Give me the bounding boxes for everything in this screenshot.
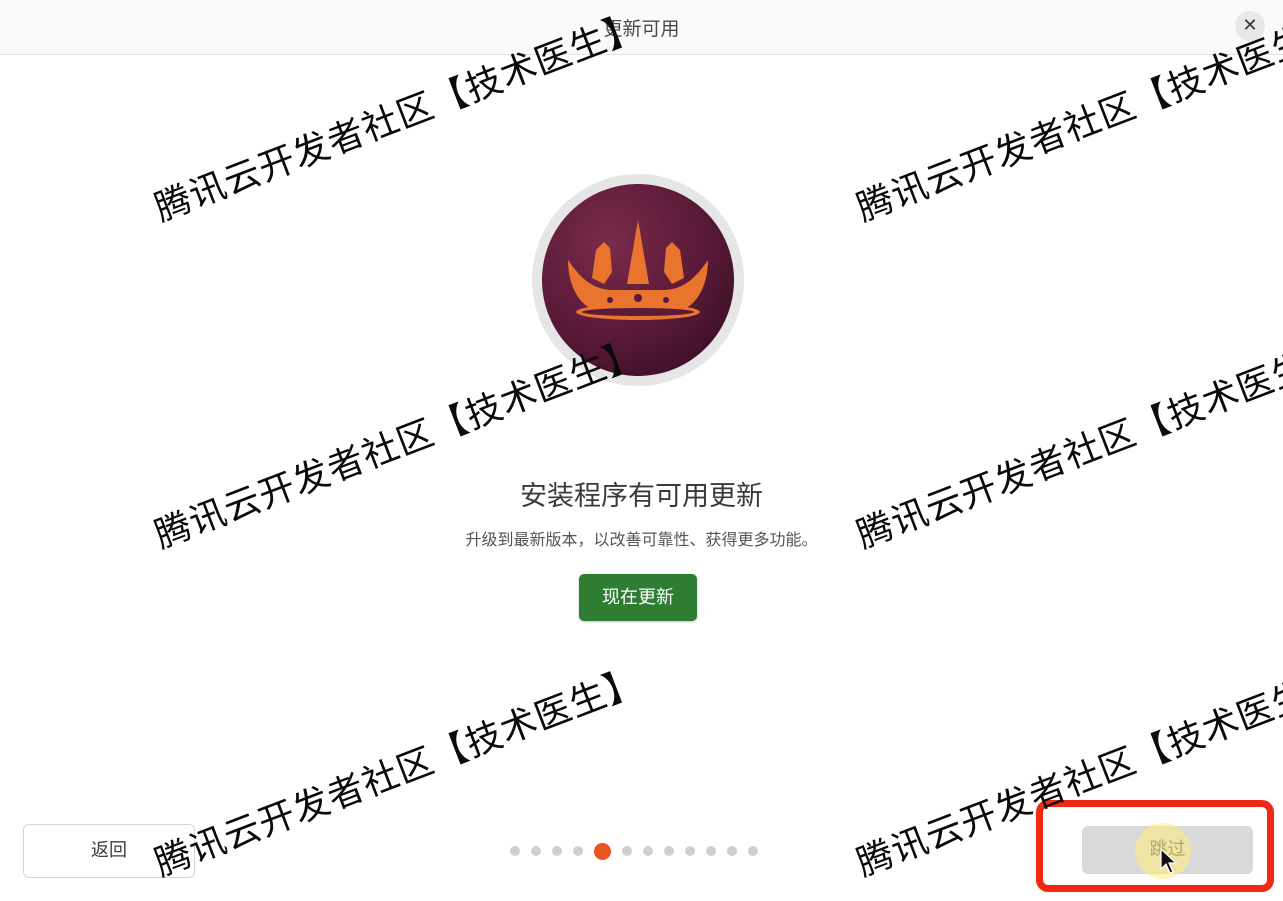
page-indicator — [510, 842, 758, 860]
page-dot — [664, 846, 674, 856]
page-dot — [573, 846, 583, 856]
page-dot — [706, 846, 716, 856]
page-dot — [510, 846, 520, 856]
installer-logo-icon — [530, 172, 746, 388]
page-dot — [643, 846, 653, 856]
mouse-pointer-icon — [1160, 848, 1178, 874]
page-dot — [531, 846, 541, 856]
title-bar: 更新可用 ✕ — [0, 0, 1283, 55]
page-dot — [727, 846, 737, 856]
update-now-button[interactable]: 现在更新 — [579, 574, 697, 621]
back-button[interactable]: 返回 — [23, 824, 195, 878]
page-dot — [622, 846, 632, 856]
page-dot-active — [594, 842, 611, 860]
window-title: 更新可用 — [603, 18, 680, 40]
close-button[interactable]: ✕ — [1235, 11, 1265, 41]
page-dot — [748, 846, 758, 856]
close-icon: ✕ — [1242, 15, 1258, 36]
page-dot — [685, 846, 695, 856]
page-dot — [552, 846, 562, 856]
update-headline: 安装程序有可用更新 — [520, 481, 763, 512]
watermark-text: 腾讯云开发者社区【技术医生】 — [851, 332, 1283, 557]
update-description: 升级到最新版本，以改善可靠性、获得更多功能。 — [465, 530, 818, 549]
